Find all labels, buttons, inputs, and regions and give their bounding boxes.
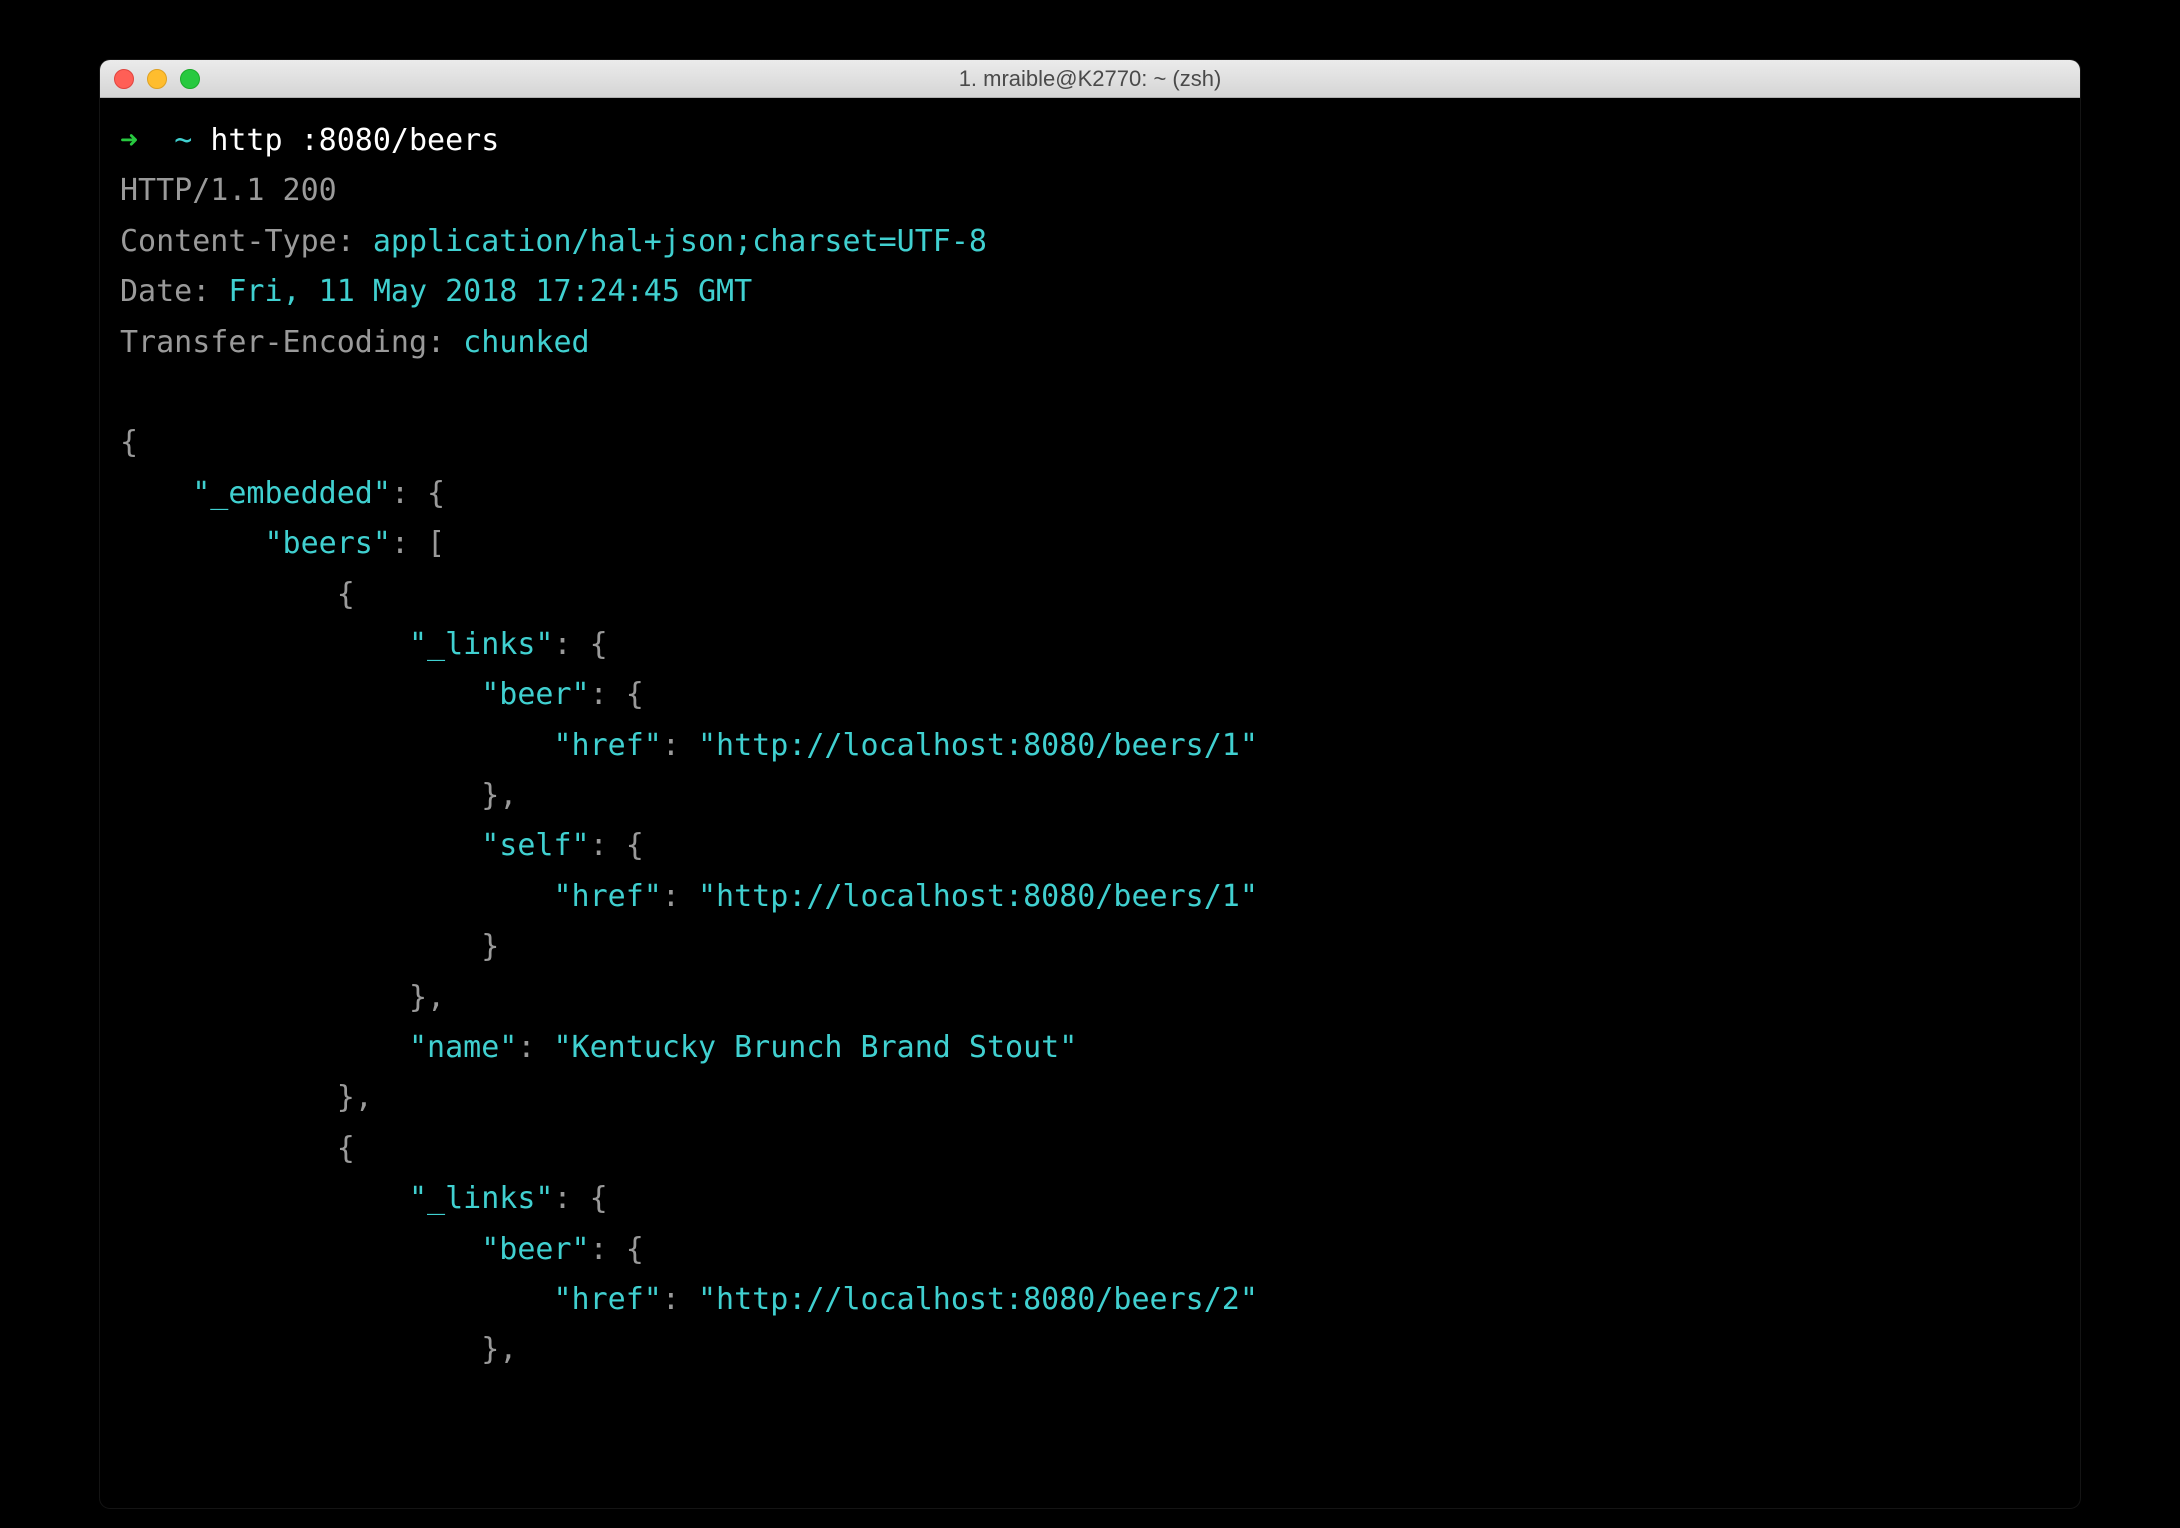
json-token: "self": [481, 828, 589, 863]
json-token: },: [409, 980, 445, 1015]
header-date-value: Fri, 11 May 2018 17:24:45 GMT: [228, 274, 752, 309]
header-content-type-value: application/hal+json;charset=UTF-8: [373, 224, 987, 259]
window-title: 1. mraible@K2770: ~ (zsh): [100, 66, 2080, 92]
json-token: : {: [590, 828, 644, 863]
json-token: "beer": [481, 677, 589, 712]
header-transfer-encoding-value: chunked: [463, 325, 589, 360]
json-token: "http://localhost:8080/beers/2": [698, 1282, 1258, 1317]
terminal-window: 1. mraible@K2770: ~ (zsh) ➜ ~ http :8080…: [100, 60, 2080, 1508]
header-content-type-label: Content-Type:: [120, 224, 355, 259]
json-token: {: [337, 1131, 355, 1166]
minimize-icon[interactable]: [147, 69, 167, 89]
prompt-tilde: ~: [174, 123, 192, 158]
maximize-icon[interactable]: [180, 69, 200, 89]
http-status-line: HTTP/1.1 200: [120, 173, 337, 208]
json-token: "beers": [265, 526, 391, 561]
close-icon[interactable]: [114, 69, 134, 89]
json-token: : {: [590, 1232, 644, 1267]
json-token: "http://localhost:8080/beers/1": [698, 879, 1258, 914]
json-token: : {: [553, 627, 607, 662]
json-token: "href": [553, 879, 661, 914]
json-token: "_embedded": [192, 476, 391, 511]
json-token: "href": [553, 1282, 661, 1317]
json-token: "beer": [481, 1232, 589, 1267]
json-token: },: [481, 778, 517, 813]
terminal-body[interactable]: ➜ ~ http :8080/beers HTTP/1.1 200 Conten…: [100, 98, 2080, 1508]
json-token: "href": [553, 728, 661, 763]
titlebar: 1. mraible@K2770: ~ (zsh): [100, 60, 2080, 98]
command-text: http :8080/beers: [210, 123, 499, 158]
json-token: "name": [409, 1030, 517, 1065]
header-transfer-encoding-label: Transfer-Encoding:: [120, 325, 445, 360]
json-token: },: [481, 1332, 517, 1367]
json-token: : {: [553, 1181, 607, 1216]
json-token: :: [662, 728, 698, 763]
json-token: "http://localhost:8080/beers/1": [698, 728, 1258, 763]
json-token: :: [662, 1282, 698, 1317]
json-token: {: [120, 425, 138, 460]
json-token: }: [481, 929, 499, 964]
json-token: "Kentucky Brunch Brand Stout": [553, 1030, 1077, 1065]
json-token: : {: [391, 476, 445, 511]
json-token: :: [662, 879, 698, 914]
traffic-lights: [114, 69, 200, 89]
json-token: : {: [590, 677, 644, 712]
json-token: {: [337, 577, 355, 612]
json-token: : [: [391, 526, 445, 561]
header-date-label: Date:: [120, 274, 210, 309]
prompt-arrow-icon: ➜: [120, 123, 138, 158]
json-token: "_links": [409, 1181, 554, 1216]
json-body: { "_embedded": { "beers": [ { "_links": …: [120, 418, 2060, 1375]
json-token: :: [517, 1030, 553, 1065]
json-token: },: [337, 1080, 373, 1115]
json-token: "_links": [409, 627, 554, 662]
